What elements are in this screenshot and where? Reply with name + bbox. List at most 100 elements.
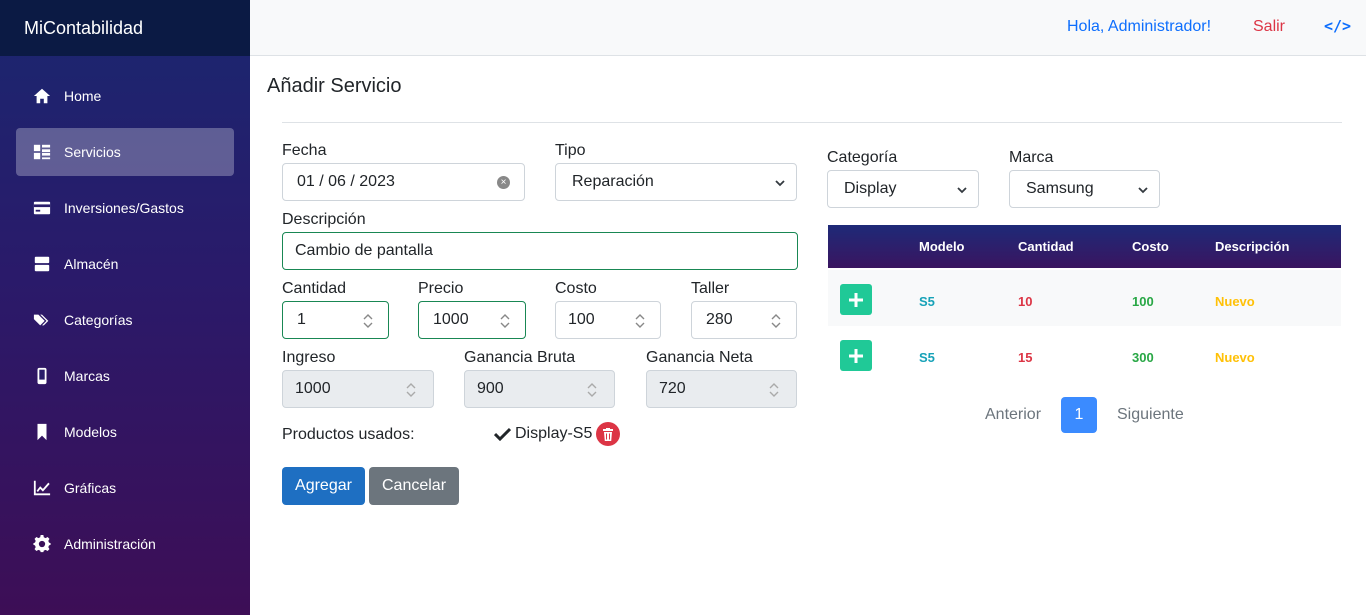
ingreso-label: Ingreso: [282, 349, 336, 366]
descripcion-label: Descripción: [282, 211, 366, 228]
costo-input[interactable]: 100: [555, 301, 661, 339]
fecha-value: 01 / 06 / 2023: [297, 173, 395, 190]
cell-modelo: S5: [919, 294, 935, 309]
stepper-icon[interactable]: [634, 313, 646, 328]
trash-icon[interactable]: [596, 422, 621, 446]
ingreso-input: 1000: [282, 370, 434, 408]
column-header-cantidad: Cantidad: [1018, 239, 1074, 254]
table-row: S5 10 100 Nuevo: [828, 270, 1341, 326]
logout-link[interactable]: Salir: [1253, 18, 1285, 36]
check-icon: [494, 427, 511, 441]
pagination-prev[interactable]: Anterior: [985, 397, 1041, 433]
cell-modelo: S5: [919, 350, 935, 365]
chart-line-icon: [32, 478, 52, 498]
pagination-next[interactable]: Siguiente: [1117, 397, 1184, 433]
sidebar: MiContabilidad Home Servicios Inversione…: [0, 0, 250, 615]
precio-label: Precio: [418, 280, 464, 297]
cantidad-value: 1: [297, 311, 306, 328]
stepper-icon: [586, 382, 598, 397]
productos-usados-label: Productos usados:: [282, 426, 415, 443]
sidebar-item-label: Administración: [64, 536, 156, 552]
bookmark-icon: [32, 422, 52, 442]
ganancia-bruta-value: 900: [477, 380, 504, 397]
column-header-modelo: Modelo: [919, 239, 965, 254]
sidebar-item-inversiones[interactable]: Inversiones/Gastos: [16, 184, 234, 232]
stepper-icon: [768, 382, 780, 397]
precio-input[interactable]: 1000: [418, 301, 526, 339]
categoria-select[interactable]: Display: [827, 170, 979, 208]
column-header-descripcion: Descripción: [1215, 239, 1290, 254]
marca-select[interactable]: Samsung: [1009, 170, 1160, 208]
categoria-value: Display: [844, 180, 897, 197]
sidebar-item-graficas[interactable]: Gráficas: [16, 464, 234, 512]
sidebar-item-label: Gráficas: [64, 480, 117, 496]
cantidad-label: Cantidad: [282, 280, 347, 297]
cell-descripcion: Nuevo: [1215, 350, 1255, 365]
cell-cantidad: 10: [1018, 294, 1033, 309]
gear-icon: [32, 534, 52, 554]
stepper-icon[interactable]: [362, 313, 374, 328]
tipo-select[interactable]: Reparación: [555, 163, 797, 201]
add-product-button[interactable]: [840, 284, 872, 315]
cell-descripcion: Nuevo: [1215, 294, 1255, 309]
categoria-label: Categoría: [827, 149, 898, 166]
add-product-button[interactable]: [840, 340, 872, 371]
tipo-value: Reparación: [572, 173, 654, 190]
chevron-down-icon: [775, 180, 785, 187]
sidebar-item-label: Inversiones/Gastos: [64, 200, 184, 216]
stepper-icon[interactable]: [770, 313, 782, 328]
brand-title[interactable]: MiContabilidad: [0, 0, 250, 56]
sidebar-item-label: Modelos: [64, 424, 117, 440]
costo-label: Costo: [555, 280, 597, 297]
greeting-link[interactable]: Hola, Administrador!: [1067, 18, 1211, 36]
marca-value: Samsung: [1026, 180, 1094, 197]
sidebar-item-categorias[interactable]: Categorías: [16, 296, 234, 344]
plus-icon: [849, 292, 863, 307]
sidebar-item-label: Marcas: [64, 368, 110, 384]
sidebar-item-label: Servicios: [64, 144, 121, 160]
producto-usado-label: Display-S5: [515, 425, 593, 442]
card-icon: [32, 198, 52, 218]
clear-date-icon[interactable]: ×: [497, 176, 510, 189]
chevron-down-icon: [1138, 187, 1148, 194]
cancelar-button[interactable]: Cancelar: [369, 467, 459, 505]
agregar-button[interactable]: Agregar: [282, 467, 365, 505]
sidebar-item-label: Categorías: [64, 312, 133, 328]
fecha-input[interactable]: 01 / 06 / 2023 ×: [282, 163, 525, 201]
precio-value: 1000: [433, 311, 469, 328]
taller-value: 280: [706, 311, 733, 328]
cell-costo: 100: [1132, 294, 1154, 309]
fecha-label: Fecha: [282, 142, 327, 159]
cell-cantidad: 15: [1018, 350, 1033, 365]
box-icon: [32, 254, 52, 274]
chevron-down-icon: [957, 187, 967, 194]
sidebar-item-servicios[interactable]: Servicios: [16, 128, 234, 176]
page-title: Añadir Servicio: [267, 75, 402, 97]
taller-input[interactable]: 280: [691, 301, 797, 339]
descripcion-input[interactable]: Cambio de pantalla: [282, 232, 798, 270]
sidebar-item-label: Almacén: [64, 256, 119, 272]
tags-icon: [32, 310, 52, 330]
column-header-costo: Costo: [1132, 239, 1169, 254]
home-icon: [32, 86, 52, 106]
sidebar-item-marcas[interactable]: Marcas: [16, 352, 234, 400]
ganancia-neta-value: 720: [659, 380, 686, 397]
tipo-label: Tipo: [555, 142, 586, 159]
top-bar: Hola, Administrador! Salir </>: [250, 0, 1366, 56]
cell-costo: 300: [1132, 350, 1154, 365]
sidebar-item-almacen[interactable]: Almacén: [16, 240, 234, 288]
code-icon[interactable]: </>: [1324, 17, 1351, 35]
descripcion-value: Cambio de pantalla: [295, 242, 433, 259]
sidebar-item-modelos[interactable]: Modelos: [16, 408, 234, 456]
cantidad-input[interactable]: 1: [282, 301, 389, 339]
mobile-icon: [32, 366, 52, 386]
stepper-icon[interactable]: [499, 313, 511, 328]
stepper-icon: [405, 382, 417, 397]
producto-usado-item: Display-S5: [494, 422, 621, 446]
sidebar-item-home[interactable]: Home: [16, 72, 234, 120]
sidebar-item-administracion[interactable]: Administración: [16, 520, 234, 568]
ganancia-neta-input: 720: [646, 370, 797, 408]
list-icon: [32, 142, 52, 162]
pagination-page-1[interactable]: 1: [1061, 397, 1097, 433]
sidebar-nav: Home Servicios Inversiones/Gastos Almacé…: [16, 72, 234, 576]
